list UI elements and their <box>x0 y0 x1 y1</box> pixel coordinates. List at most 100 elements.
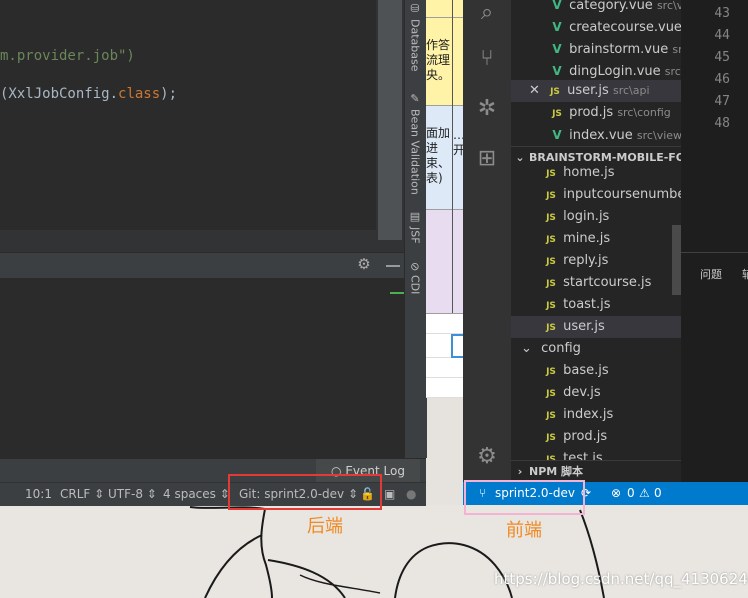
vue-icon: V <box>552 20 562 34</box>
tree-file[interactable]: JS login.js <box>511 206 681 228</box>
sidebar-scrollbar[interactable] <box>672 225 681 295</box>
js-icon: JS <box>546 389 556 399</box>
sheet-cell <box>426 314 463 334</box>
tab-cdi[interactable]: ⊘ CDI <box>404 262 426 302</box>
file-name: reply.js <box>563 253 609 268</box>
search-icon[interactable]: ⌕ <box>463 0 511 30</box>
tree-folder-config[interactable]: ⌄ config <box>511 338 681 360</box>
gear-icon[interactable]: ⚙ <box>463 438 511 474</box>
tab-jsf[interactable]: ▤ JSF <box>404 210 426 250</box>
js-icon: JS <box>546 411 556 421</box>
js-icon: JS <box>546 191 556 201</box>
tab-problems[interactable]: 问题 <box>700 266 722 282</box>
js-icon: JS <box>546 279 556 289</box>
js-icon: JS <box>546 433 556 443</box>
code-editor[interactable]: m.provider.job") (XxlJobConfig.class); <box>0 0 376 230</box>
tree-file-selected[interactable]: JS user.js <box>511 316 681 338</box>
file-name: brainstorm.vue <box>569 42 669 57</box>
js-icon: JS <box>546 235 556 245</box>
warning-count[interactable]: 0 <box>654 486 662 500</box>
tree-file[interactable]: JS mine.js <box>511 228 681 250</box>
js-icon: JS <box>552 109 562 119</box>
vue-icon: V <box>552 64 562 78</box>
file-name: category.vue <box>569 0 653 13</box>
file-name: base.js <box>563 363 609 378</box>
chevron-down-icon: ⌄ <box>521 341 532 356</box>
open-editor-item[interactable]: JS prod.js src\config <box>511 102 681 124</box>
minimize-icon[interactable] <box>386 265 400 267</box>
tab-output[interactable]: 辅 <box>742 266 748 282</box>
file-path: src\ <box>672 43 681 56</box>
error-count[interactable]: 0 <box>627 486 635 500</box>
vscode-bottom-panel <box>681 252 748 483</box>
extensions-icon[interactable]: ⊞ <box>463 140 511 176</box>
open-editor-item-active[interactable]: ✕ JS user.js src\api <box>511 80 681 102</box>
editor-scrollbar-thumb[interactable] <box>378 0 402 240</box>
warning-icon[interactable]: ⚠ <box>639 486 650 500</box>
js-icon: JS <box>546 301 556 311</box>
tree-file[interactable]: JS startcourse.js <box>511 272 681 294</box>
sheet-cell <box>426 378 463 398</box>
code-line-2: (XxlJobConfig.class); <box>0 86 177 102</box>
line-separator-select[interactable]: CRLF ⇕ <box>60 487 104 501</box>
open-editor-item[interactable]: V createcourse.vue <box>511 16 681 38</box>
line-number: 44 <box>714 28 730 43</box>
js-icon: JS <box>546 323 556 333</box>
close-icon[interactable]: ✕ <box>529 80 547 102</box>
tree-file[interactable]: JS test.js <box>511 448 681 460</box>
indent-select[interactable]: 4 spaces ⇕ <box>163 487 230 501</box>
notification-icon[interactable]: ● <box>406 487 416 501</box>
open-editor-item[interactable]: V index.vue src\view... <box>511 124 681 146</box>
js-icon: JS <box>546 455 556 460</box>
jsf-icon: ▤ <box>408 210 422 223</box>
tab-database[interactable]: ⛁ Database <box>404 2 426 84</box>
section-title: NPM 脚本 <box>529 465 584 478</box>
sheet-cell: 作答 流理 央。 <box>426 18 463 106</box>
encoding-select[interactable]: UTF-8 ⇕ <box>108 487 157 501</box>
tree-file[interactable]: JS prod.js <box>511 426 681 448</box>
tree-file[interactable]: JS reply.js <box>511 250 681 272</box>
file-name: inputcoursenumbe... <box>563 187 681 202</box>
tree-file[interactable]: JS dev.js <box>511 382 681 404</box>
memory-icon[interactable]: ▣ <box>384 487 395 501</box>
tab-label: JSF <box>408 227 422 244</box>
watermark: https://blog.csdn.net/qq_41306240 <box>494 570 748 588</box>
file-name: dev.js <box>563 385 601 400</box>
tree-file[interactable]: JS base.js <box>511 360 681 382</box>
tree-file[interactable]: JS index.js <box>511 404 681 426</box>
frontend-highlight-box <box>464 480 585 515</box>
line-number: 43 <box>714 6 730 21</box>
source-control-icon[interactable]: ⑂ <box>463 40 511 76</box>
tab-bean-validation[interactable]: ✎ Bean Validation <box>404 92 426 202</box>
file-name: user.js <box>567 83 609 98</box>
tab-label: CDI <box>408 275 422 295</box>
error-icon[interactable]: ⊗ <box>611 486 621 500</box>
sheet-side-text: … 开 <box>453 128 463 157</box>
file-path: src\config <box>617 106 671 119</box>
tab-label: Bean Validation <box>408 109 422 195</box>
file-name: startcourse.js <box>563 275 652 290</box>
debug-icon[interactable]: ✲ <box>463 90 511 126</box>
tree-file[interactable]: JS toast.js <box>511 294 681 316</box>
line-number: 47 <box>714 94 730 109</box>
file-name: mine.js <box>563 231 611 246</box>
open-editor-item[interactable]: V dingLogin.vue src... <box>511 60 681 82</box>
file-name: toast.js <box>563 297 611 312</box>
cursor-position[interactable]: 10:1 <box>25 487 52 501</box>
backend-highlight-box <box>228 474 382 510</box>
file-name: login.js <box>563 209 610 224</box>
file-name: home.js <box>563 165 615 180</box>
file-name: dingLogin.vue <box>569 64 661 79</box>
tool-window-header <box>0 252 404 279</box>
open-editor-item[interactable]: V brainstorm.vue src\ <box>511 38 681 60</box>
tree-file[interactable]: JS home.js <box>511 162 681 184</box>
file-path: src\api <box>612 84 650 97</box>
sheet-cell <box>426 210 463 314</box>
tree-file[interactable]: JS inputcoursenumbe... <box>511 184 681 206</box>
cdi-icon: ⊘ <box>408 262 422 272</box>
gear-icon[interactable]: ⚙ <box>356 256 372 272</box>
file-name: index.vue <box>569 128 633 143</box>
open-editor-item[interactable]: V category.vue src\vi <box>511 0 681 16</box>
vue-icon: V <box>552 128 562 142</box>
js-icon: JS <box>546 257 556 267</box>
